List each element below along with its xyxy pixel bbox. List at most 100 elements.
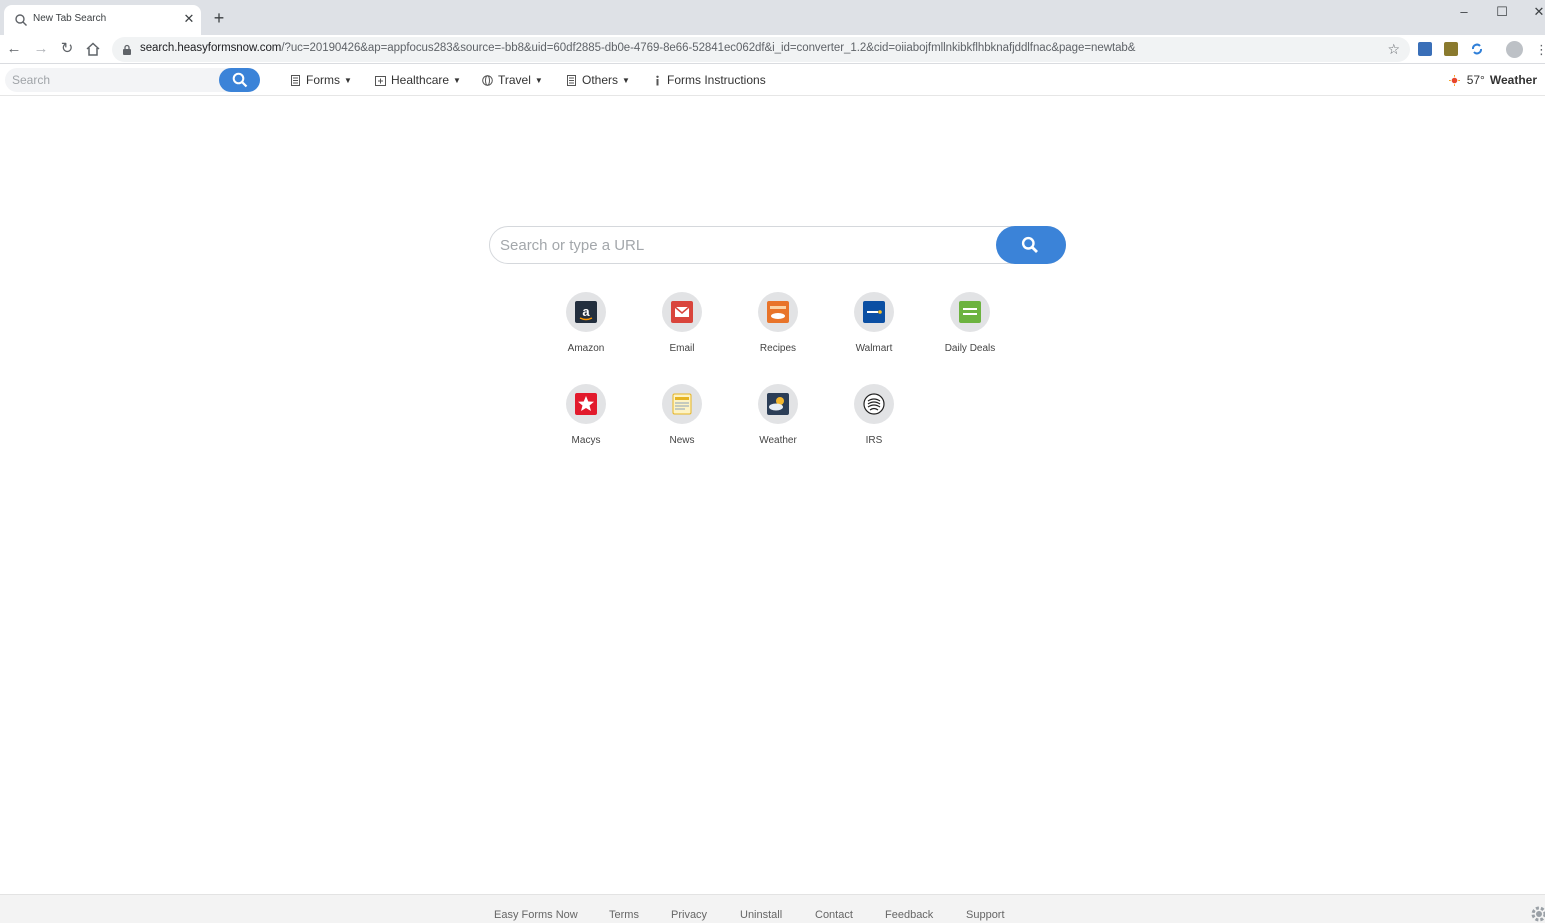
- search-icon: [232, 72, 248, 88]
- address-bar[interactable]: search.heasyformsnow.com/?uc=20190426&ap…: [112, 37, 1410, 62]
- footer-link-support[interactable]: Support: [966, 909, 1005, 921]
- site-header: Forms▼ Healthcare▼ Travel▼ Others▼ Forms…: [0, 64, 1545, 96]
- email-icon: [671, 301, 693, 323]
- tile-walmart-circle: [854, 292, 894, 332]
- globe-icon: [482, 74, 493, 86]
- weather-icon: [767, 393, 789, 415]
- tile-label: Amazon: [567, 343, 605, 354]
- tile-irs-circle: [854, 384, 894, 424]
- chevron-down-icon: ▼: [453, 75, 461, 85]
- footer-link-uninstall[interactable]: Uninstall: [740, 909, 782, 921]
- tile-amazon-circle: a: [566, 292, 606, 332]
- menu-healthcare[interactable]: Healthcare ▼: [375, 73, 461, 87]
- info-icon: [656, 75, 659, 85]
- settings-gear-icon[interactable]: [1527, 902, 1545, 923]
- tile-walmart[interactable]: Walmart: [834, 292, 914, 362]
- recipes-icon: [767, 301, 789, 323]
- sun-icon: [1448, 74, 1460, 86]
- tile-daily-deals[interactable]: Daily Deals: [930, 292, 1010, 362]
- weather-temperature: 57°: [1466, 73, 1485, 87]
- tile-label: Walmart: [855, 343, 893, 354]
- tile-macys-circle: [566, 384, 606, 424]
- search-icon: [15, 14, 27, 26]
- document-icon: [567, 74, 576, 86]
- url-path: /?uc=20190426&ap=appfocus283&source=-bb8…: [281, 42, 1136, 54]
- menu-forms[interactable]: Forms ▼: [290, 73, 352, 87]
- footer-link-contact[interactable]: Contact: [815, 909, 853, 921]
- tile-amazon[interactable]: a Amazon: [546, 292, 626, 362]
- tab-title: New Tab Search: [33, 13, 107, 24]
- weather-label: Weather: [1489, 73, 1537, 87]
- tile-label: Weather: [759, 435, 797, 446]
- tile-news-circle: [662, 384, 702, 424]
- menu-forms-instructions-label: Forms Instructions: [667, 73, 766, 87]
- main-search: [489, 226, 1066, 264]
- tile-news[interactable]: News: [642, 384, 722, 454]
- lock-icon: [123, 44, 131, 55]
- chevron-down-icon: ▼: [622, 75, 630, 85]
- tile-label: News: [669, 435, 695, 446]
- tile-email-circle: [662, 292, 702, 332]
- amazon-icon: a: [575, 301, 597, 323]
- menu-others[interactable]: Others ▼: [566, 73, 630, 87]
- footer-link-terms[interactable]: Terms: [609, 909, 639, 921]
- url-host: search.heasyformsnow.com: [140, 42, 282, 54]
- maximize-icon[interactable]: ☐: [1487, 3, 1517, 21]
- footer-link-feedback[interactable]: Feedback: [885, 909, 933, 921]
- main-search-input[interactable]: [490, 227, 990, 263]
- close-window-icon[interactable]: ✕: [1524, 3, 1545, 21]
- back-icon[interactable]: ←: [4, 39, 24, 59]
- tile-label: Daily Deals: [944, 343, 996, 354]
- main-search-button[interactable]: [996, 226, 1066, 264]
- tile-recipes[interactable]: Recipes: [738, 292, 818, 362]
- extension-icon[interactable]: [1418, 42, 1432, 56]
- tab-close-icon[interactable]: ✕: [182, 12, 196, 26]
- tile-label: Macys: [571, 435, 601, 446]
- macys-icon: [575, 393, 597, 415]
- header-search-button[interactable]: [219, 68, 260, 92]
- browser-menu-icon[interactable]: ⋮: [1535, 41, 1545, 58]
- footer-link-privacy[interactable]: Privacy: [671, 909, 707, 921]
- menu-healthcare-label: Healthcare: [391, 73, 450, 87]
- minimize-icon[interactable]: –: [1449, 3, 1479, 21]
- search-icon: [1021, 236, 1038, 253]
- tile-label: Recipes: [759, 343, 797, 354]
- home-icon[interactable]: [84, 40, 102, 58]
- browser-toolbar: ← → ↻ search.heasyformsnow.com/?uc=20190…: [0, 35, 1545, 64]
- tile-label: Email: [669, 343, 695, 354]
- forward-icon[interactable]: →: [31, 39, 51, 59]
- tab-strip: New Tab Search ✕ + – ☐ ✕: [0, 0, 1545, 35]
- tile-weather[interactable]: Weather: [738, 384, 818, 454]
- tile-daily-deals-circle: [950, 292, 990, 332]
- header-search-input[interactable]: [5, 68, 219, 92]
- sync-extension-icon[interactable]: [1470, 42, 1484, 56]
- menu-forms-label: Forms: [306, 73, 340, 87]
- profile-avatar[interactable]: [1506, 41, 1523, 58]
- browser-tab[interactable]: New Tab Search ✕: [4, 5, 201, 35]
- tile-weather-circle: [758, 384, 798, 424]
- header-weather[interactable]: 57° Weather: [1448, 73, 1537, 87]
- walmart-icon: [863, 301, 885, 323]
- chevron-down-icon: ▼: [534, 75, 543, 85]
- footer-link-easy-forms-now[interactable]: Easy Forms Now: [494, 909, 578, 921]
- chevron-down-icon: ▼: [344, 75, 352, 85]
- tile-recipes-circle: [758, 292, 798, 332]
- medical-icon: [375, 75, 386, 86]
- tile-email[interactable]: Email: [642, 292, 722, 362]
- new-tab-button[interactable]: +: [210, 9, 228, 27]
- svg-text:a: a: [582, 304, 590, 319]
- news-icon: [672, 393, 692, 415]
- extension-icon[interactable]: [1444, 42, 1458, 56]
- page-footer: Easy Forms Now Terms Privacy Uninstall C…: [0, 894, 1545, 923]
- bookmark-star-icon[interactable]: ☆: [1387, 41, 1400, 57]
- header-search: [5, 68, 260, 92]
- irs-icon: [863, 393, 885, 415]
- menu-travel-label: Travel: [498, 73, 531, 87]
- tile-irs[interactable]: IRS: [834, 384, 914, 454]
- tile-macys[interactable]: Macys: [546, 384, 626, 454]
- tile-label: IRS: [865, 435, 883, 446]
- reload-icon[interactable]: ↻: [57, 39, 77, 59]
- menu-travel[interactable]: Travel ▼: [482, 73, 543, 87]
- document-icon: [291, 74, 300, 86]
- menu-forms-instructions[interactable]: Forms Instructions: [653, 73, 766, 87]
